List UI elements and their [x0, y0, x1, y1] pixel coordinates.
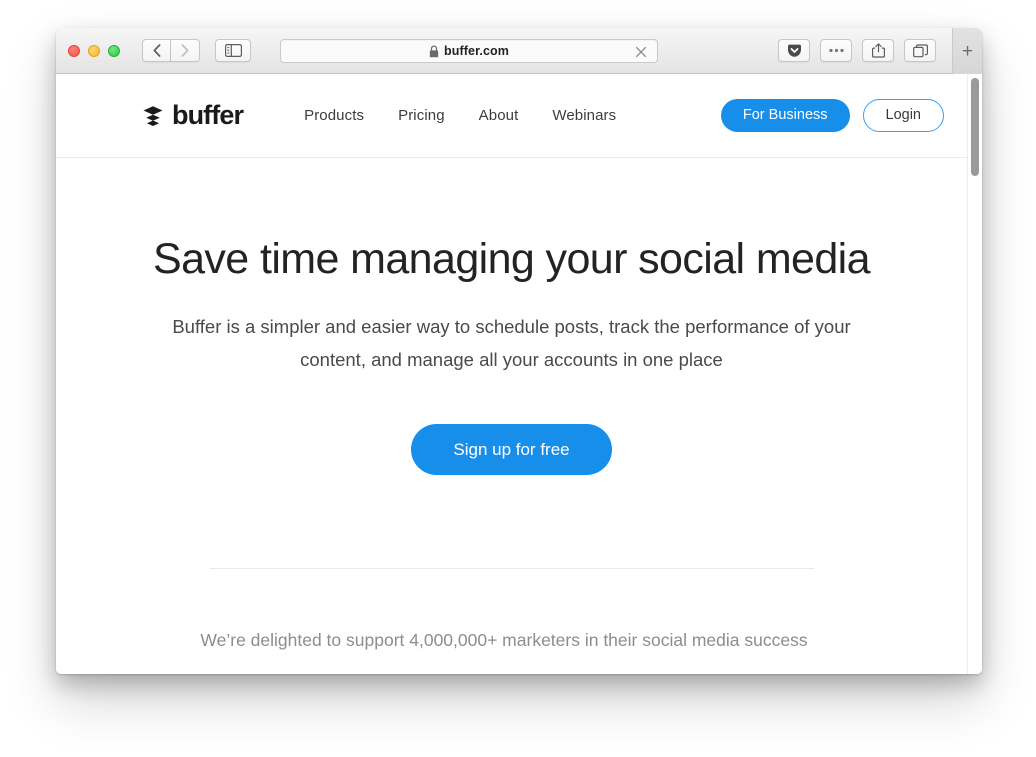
brand-name: buffer — [172, 100, 244, 130]
nav-link-webinars[interactable]: Webinars — [552, 107, 616, 124]
tabs-overview-icon — [912, 43, 928, 57]
minimize-window-button[interactable] — [88, 44, 100, 57]
hero-section: Save time managing your social media Buf… — [56, 158, 982, 651]
browser-toolbar: buffer.com + — [56, 28, 982, 74]
clear-url-button[interactable] — [633, 44, 649, 60]
page-scrollbar[interactable] — [967, 74, 982, 674]
chevron-left-icon — [153, 44, 160, 57]
hero-subheadline: Buffer is a simpler and easier way to sc… — [172, 316, 851, 371]
for-business-button[interactable]: For Business — [720, 99, 850, 132]
site-navigation-bar: buffer Products Pricing About Webinars F… — [56, 74, 982, 158]
url-text: buffer.com — [444, 44, 509, 58]
brand-logo[interactable]: buffer — [142, 100, 244, 131]
back-button[interactable] — [142, 39, 171, 62]
site-nav-actions: For Business Login — [720, 99, 944, 132]
share-icon — [871, 43, 885, 58]
share-button[interactable] — [862, 39, 894, 62]
maximize-window-button[interactable] — [108, 44, 120, 57]
sidebar-toggle-icon — [224, 44, 242, 57]
more-button[interactable] — [820, 39, 852, 62]
tabs-overview-button[interactable] — [904, 39, 936, 62]
ellipsis-icon — [828, 48, 844, 53]
sidebar-toggle-button[interactable] — [215, 39, 251, 62]
new-tab-label: + — [961, 40, 974, 62]
social-proof-text: We’re delighted to support 4,000,000+ ma… — [200, 630, 808, 651]
nav-link-products[interactable]: Products — [304, 107, 364, 124]
login-button[interactable]: Login — [862, 99, 944, 132]
page-title: Save time managing your social media — [153, 235, 871, 283]
site-nav-links: Products Pricing About Webinars — [304, 107, 616, 124]
hero-cta-container: Sign up for free — [56, 424, 967, 476]
new-tab-button[interactable]: + — [952, 28, 982, 74]
close-window-button[interactable] — [68, 44, 80, 57]
section-divider — [209, 568, 814, 570]
signup-button[interactable]: Sign up for free — [411, 424, 612, 476]
forward-button[interactable] — [171, 39, 200, 62]
buffer-layers-icon — [143, 105, 163, 126]
pocket-button[interactable] — [778, 39, 810, 62]
browser-window: buffer.com + buffer Products Pricing Abo… — [56, 28, 982, 674]
chevron-right-icon — [181, 44, 189, 57]
pocket-icon — [787, 44, 801, 57]
nav-link-pricing[interactable]: Pricing — [398, 107, 445, 124]
navigation-buttons — [142, 39, 200, 62]
window-controls — [68, 44, 120, 57]
toolbar-right-group — [778, 39, 936, 62]
page-scrollbar-thumb[interactable] — [971, 78, 979, 176]
page-viewport: buffer Products Pricing About Webinars F… — [56, 74, 982, 674]
address-bar[interactable]: buffer.com — [280, 39, 658, 63]
nav-link-about[interactable]: About — [479, 107, 519, 124]
address-bar-content: buffer.com — [429, 44, 509, 58]
lock-icon — [429, 44, 439, 57]
